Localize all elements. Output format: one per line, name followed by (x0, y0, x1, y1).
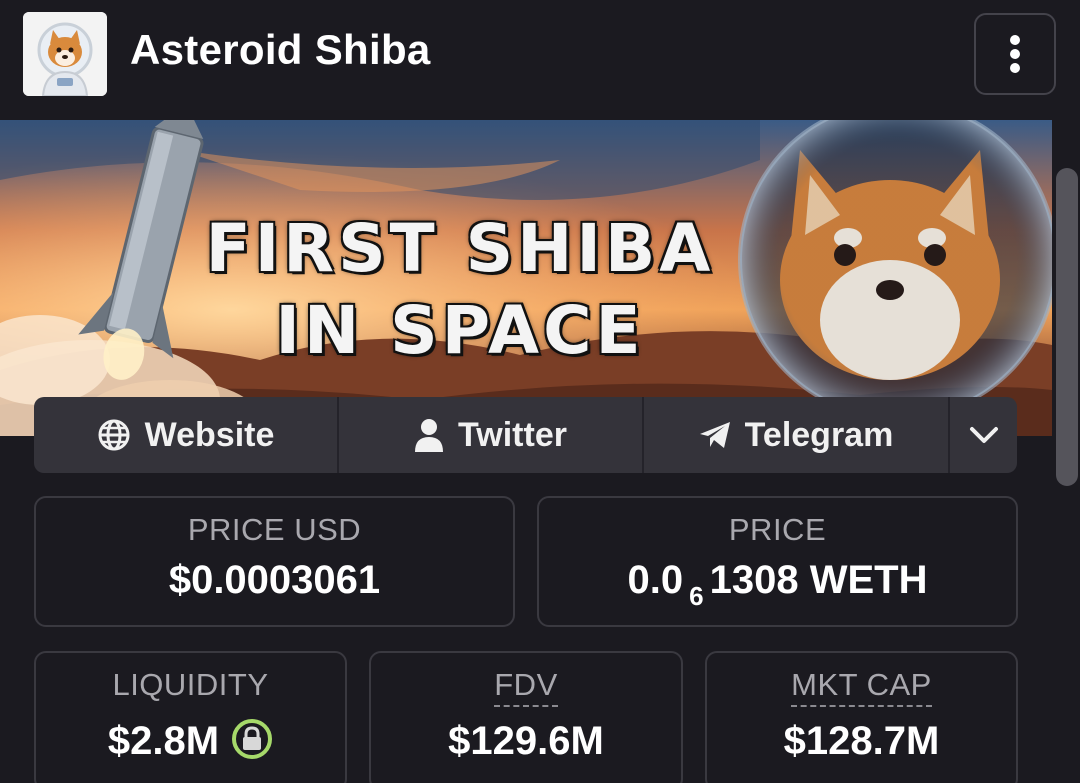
kebab-menu-icon (1010, 35, 1020, 73)
price-usd-card: PRICE USD $0.0003061 (34, 496, 515, 627)
price-native-card: PRICE 0.0 6 1308 WETH (537, 496, 1018, 627)
twitter-link-button[interactable]: Twitter (339, 397, 644, 473)
liquidity-card: LIQUIDITY $2.8M (34, 651, 347, 783)
social-links-bar: Website Twitter Telegram (34, 397, 1017, 473)
website-link-button[interactable]: Website (34, 397, 339, 473)
user-icon (415, 419, 444, 452)
price-usd-label: PRICE USD (187, 512, 362, 547)
chevron-down-icon (969, 427, 998, 443)
token-page: Asteroid Shiba FIRST SHIBA IN SPACE Webs… (0, 0, 1080, 783)
fdv-value: $129.6M (448, 719, 604, 763)
token-banner: FIRST SHIBA IN SPACE (0, 120, 1052, 436)
banner-headline-line1: FIRST SHIBA (205, 210, 715, 287)
liquidity-label: LIQUIDITY (112, 667, 269, 702)
fdv-card: FDV $129.6M (369, 651, 683, 783)
mkt-cap-label[interactable]: MKT CAP (791, 667, 932, 707)
telegram-link-button[interactable]: Telegram (644, 397, 950, 473)
more-links-button[interactable] (950, 397, 1017, 473)
telegram-link-label: Telegram (744, 415, 894, 454)
website-link-label: Website (144, 415, 275, 454)
price-native-suffix: 1308 WETH (709, 558, 928, 602)
paper-plane-icon (699, 422, 730, 448)
globe-icon (98, 419, 130, 451)
twitter-link-label: Twitter (458, 415, 567, 454)
liquidity-value-row: $2.8M (36, 719, 345, 764)
lock-icon (232, 719, 273, 760)
price-native-label: PRICE (728, 512, 827, 547)
liquidity-value: $2.8M (107, 719, 220, 763)
price-native-zero-count: 6 (689, 581, 704, 611)
banner-headline-line2: IN SPACE (275, 292, 645, 369)
mkt-cap-card: MKT CAP $128.7M (705, 651, 1018, 783)
liquidity-lock-badge[interactable] (231, 718, 273, 760)
price-native-prefix: 0.0 (627, 558, 684, 602)
scrollbar-thumb[interactable] (1056, 168, 1078, 486)
menu-button[interactable] (974, 13, 1056, 95)
price-usd-value: $0.0003061 (168, 558, 381, 602)
token-logo (23, 12, 107, 96)
token-name: Asteroid Shiba (130, 26, 431, 73)
mkt-cap-value: $128.7M (783, 719, 940, 763)
header: Asteroid Shiba (0, 0, 1080, 120)
price-native-value: 0.0 6 1308 WETH (539, 558, 1016, 611)
fdv-label[interactable]: FDV (494, 667, 558, 707)
